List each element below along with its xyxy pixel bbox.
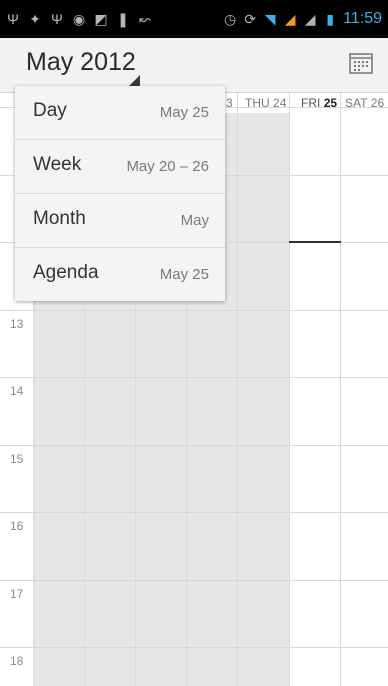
sync-icon: ⟳ <box>244 11 256 27</box>
wifi-icon: ◥ <box>264 11 276 27</box>
grid-vline <box>289 93 290 686</box>
grid-hline <box>0 445 388 446</box>
day-header-fri-today[interactable]: FRI 25 <box>301 93 337 113</box>
clock: 11:59 <box>343 10 382 27</box>
alarm-icon: ◷ <box>224 11 237 27</box>
day-header-thu[interactable]: THU 24 <box>245 93 286 113</box>
signal-weak-icon: ◢ <box>304 11 316 27</box>
grid-hline <box>0 310 388 311</box>
android-debug-icon: ✦ <box>29 11 41 27</box>
view-dropdown-menu: Day May 25 Week May 20 – 26 Month May Ag… <box>15 86 225 301</box>
hour-label: 14 <box>10 384 24 398</box>
record-icon: ◉ <box>72 11 86 27</box>
month-title-dropdown[interactable]: May 2012 <box>26 48 136 77</box>
hour-label: 13 <box>10 317 24 331</box>
day-header-wed[interactable]: 3 <box>226 93 233 113</box>
calendar-today-icon[interactable] <box>349 52 373 74</box>
signal-icon: ◢ <box>284 11 296 27</box>
grid-hline <box>0 512 388 513</box>
grid-vline <box>340 93 341 686</box>
no-sim-icon: ◩ <box>94 11 108 27</box>
menu-item-week[interactable]: Week May 20 – 26 <box>15 140 225 194</box>
hour-label: 18 <box>10 654 24 668</box>
battery-icon: ▮ <box>326 11 334 27</box>
status-bar: Ψ ✦ Ψ ◉ ◩ ❚ ↜ ◷ ⟳ ◥ ◢ ◢ ▮ 11:59 <box>0 0 388 38</box>
current-time-line <box>289 241 341 243</box>
system-icons: ◷ ⟳ ◥ ◢ ◢ ▮ 11:59 <box>223 10 388 28</box>
menu-item-month[interactable]: Month May <box>15 194 225 248</box>
hour-label: 16 <box>10 519 24 533</box>
usb-icon: Ψ <box>51 11 63 27</box>
hour-label: 17 <box>10 587 24 601</box>
usb-icon: Ψ <box>7 11 19 27</box>
notification-icons: Ψ ✦ Ψ ◉ ◩ ❚ ↜ <box>0 12 152 26</box>
grid-vline <box>237 93 238 686</box>
grid-hline <box>0 580 388 581</box>
action-bar: May 2012 <box>0 38 388 93</box>
hour-label: 15 <box>10 452 24 466</box>
missed-call-icon: ↜ <box>139 11 151 27</box>
grid-hline <box>0 647 388 648</box>
day-header-sat[interactable]: SAT 26 <box>345 93 384 113</box>
menu-item-day[interactable]: Day May 25 <box>15 86 225 140</box>
grid-hline <box>0 377 388 378</box>
notification-icon: ❚ <box>117 11 129 27</box>
menu-item-agenda[interactable]: Agenda May 25 <box>15 248 225 301</box>
